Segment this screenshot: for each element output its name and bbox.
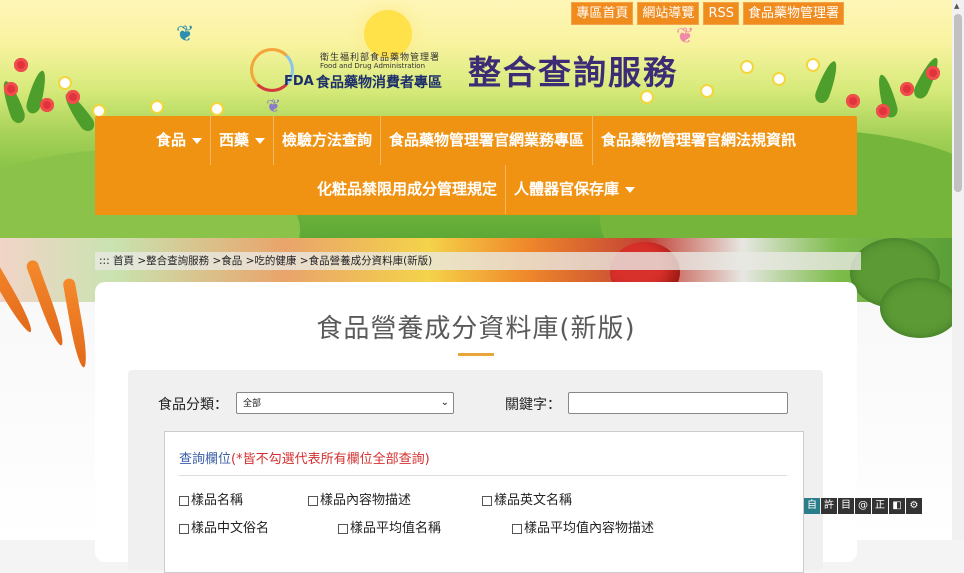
scrollbar-thumb[interactable] (954, 14, 962, 192)
nav-item-organ-bank[interactable]: 人體器官保存庫 (506, 165, 643, 214)
flower-decoration (40, 98, 54, 112)
site-title: 整合查詢服務 (468, 53, 678, 92)
nav-item-western-medicine[interactable]: 西藥 (211, 116, 274, 165)
caret-down-icon (191, 137, 202, 144)
nav-item-label: 西藥 (218, 131, 249, 149)
toplink-rss[interactable]: RSS (703, 2, 739, 25)
a11y-email-button[interactable]: @ (855, 498, 871, 514)
flower-decoration (4, 82, 18, 96)
keyword-input[interactable] (568, 392, 788, 414)
fda-logo[interactable]: 衛生福利部食品藥物管理署 Food and Drug Administratio… (250, 44, 462, 94)
toplink-home[interactable]: 專區首頁 (571, 2, 634, 25)
nav-row: 化粧品禁限用成分管理規定 人體器官保存庫 (95, 165, 857, 214)
logo-zone-name: 食品藥物消費者專區 (316, 75, 442, 91)
checkbox-box[interactable] (179, 523, 189, 534)
breadcrumb-prefix: ::: (99, 255, 110, 267)
checkbox-label: 樣品平均值內容物描述 (524, 521, 655, 536)
checkbox-box[interactable] (179, 495, 189, 506)
butterfly-icon: ❦ (176, 22, 195, 47)
daisy-decoration (210, 102, 224, 116)
butterfly-icon: ❦ (676, 24, 695, 49)
nav-item-test-methods[interactable]: 檢驗方法查詢 (274, 116, 381, 165)
nav-item-food[interactable]: 食品 (148, 116, 211, 165)
leaf-decoration (911, 55, 943, 101)
content-card: 食品營養成分資料庫(新版) 食品分類： 全部 ⌄ 關鍵字： 查詢欄位(*皆不勾選… (95, 282, 857, 573)
category-select[interactable]: 全部 ⌄ (236, 392, 454, 414)
query-fields-heading: 查詢欄位(*皆不勾選代表所有欄位全部查詢) (179, 448, 430, 467)
a11y-auto-button[interactable]: 自 (804, 498, 820, 514)
butterfly-icon: ❦ (266, 96, 282, 117)
flower-decoration (14, 58, 28, 72)
checkbox-label: 樣品內容物描述 (320, 493, 412, 508)
nav-item-label: 人體器官保存庫 (514, 180, 620, 198)
keyword-label: 關鍵字： (505, 397, 561, 413)
checkbox-sample-name[interactable]: 樣品名稱 (179, 489, 243, 508)
a11y-font-button[interactable]: 許 (821, 498, 837, 514)
site-header: ❦ ❦ ❦ 專區首頁 網站導覽 RSS 食品藥物管理署 衛生福利部食品藥物管理署… (0, 0, 952, 238)
logo-org-english: Food and Drug Administration (320, 62, 425, 70)
category-select-value: 全部 (243, 399, 262, 409)
chevron-down-icon: ⌄ (440, 397, 449, 408)
a11y-settings-button[interactable]: ⚙ (906, 498, 922, 514)
search-panel: 食品分類： 全部 ⌄ 關鍵字： 查詢欄位(*皆不勾選代表所有欄位全部查詢) 樣品… (128, 370, 823, 573)
breadcrumb-food[interactable]: >食品 (212, 255, 242, 267)
daisy-decoration (150, 100, 164, 114)
checkbox-sample-common-name[interactable]: 樣品中文俗名 (179, 517, 269, 536)
daisy-decoration (806, 58, 820, 72)
scroll-up-arrow-icon[interactable]: ▲ (954, 2, 959, 10)
daisy-decoration (700, 84, 714, 98)
nav-item-fda-regulations[interactable]: 食品藥物管理署官網法規資訊 (593, 116, 804, 165)
nav-item-fda-business[interactable]: 食品藥物管理署官網業務專區 (381, 116, 594, 165)
breadcrumb-home[interactable]: 首頁 (113, 255, 134, 267)
a11y-correct-button[interactable]: 正 (872, 498, 888, 514)
breadcrumb-current: >食品營養成分資料庫(新版) (299, 255, 433, 267)
flower-decoration (846, 94, 860, 108)
flower-decoration (66, 90, 80, 104)
a11y-list-button[interactable]: 目 (838, 498, 854, 514)
checkbox-box[interactable] (308, 495, 318, 506)
flower-decoration (926, 66, 940, 80)
daisy-decoration (58, 76, 72, 90)
checkbox-box[interactable] (512, 523, 522, 534)
checkbox-sample-average-content[interactable]: 樣品平均值內容物描述 (512, 517, 654, 536)
breadcrumb-integrated[interactable]: >整合查詢服務 (137, 255, 209, 267)
breadcrumb-healthy-eating[interactable]: >吃的健康 (246, 255, 297, 267)
daisy-decoration (772, 72, 786, 86)
checkbox-sample-average-name[interactable]: 樣品平均值名稱 (338, 517, 441, 536)
page-title: 食品營養成分資料庫(新版) (316, 314, 636, 344)
query-fields-box: 查詢欄位(*皆不勾選代表所有欄位全部查詢) 樣品名稱 樣品內容物描述 樣品英文名… (164, 431, 804, 573)
divider (179, 475, 787, 476)
nav-item-label: 食品 (155, 131, 186, 149)
scrollbar[interactable]: ▲ (952, 0, 964, 540)
a11y-contrast-button[interactable]: ◧ (889, 498, 905, 514)
top-links: 專區首頁 網站導覽 RSS 食品藥物管理署 (571, 2, 844, 25)
checkbox-label: 樣品英文名稱 (494, 493, 573, 508)
flower-decoration (900, 82, 914, 96)
accessibility-toolbar: 自 許 目 @ 正 ◧ ⚙ (804, 498, 922, 514)
checkbox-box[interactable] (482, 495, 492, 506)
title-underline (458, 353, 494, 356)
breadcrumb: ::: 首頁 >整合查詢服務 >食品 >吃的健康 >食品營養成分資料庫(新版) (95, 252, 861, 270)
checkbox-box[interactable] (338, 523, 348, 534)
checkbox-label: 樣品名稱 (191, 493, 244, 508)
caret-down-icon (625, 186, 636, 193)
checkbox-sample-content[interactable]: 樣品內容物描述 (308, 489, 411, 508)
nav-row: 食品 西藥 檢驗方法查詢 食品藥物管理署官網業務專區 食品藥物管理署官網法規資訊 (95, 116, 857, 165)
main-nav: 食品 西藥 檢驗方法查詢 食品藥物管理署官網業務專區 食品藥物管理署官網法規資訊… (95, 116, 857, 215)
query-fields-note: (*皆不勾選代表所有欄位全部查詢) (231, 452, 430, 467)
caret-down-icon (254, 137, 265, 144)
toplink-sitemap[interactable]: 網站導覽 (637, 2, 700, 25)
flower-decoration (876, 104, 890, 118)
logo-fda-text: FDA (284, 74, 314, 89)
broccoli-decoration (880, 278, 952, 338)
toplink-fda[interactable]: 食品藥物管理署 (742, 2, 844, 25)
daisy-decoration (740, 60, 754, 74)
query-fields-title: 查詢欄位 (179, 452, 232, 467)
nav-item-cosmetics-rules[interactable]: 化粧品禁限用成分管理規定 (309, 165, 506, 214)
checkbox-label: 樣品中文俗名 (191, 521, 270, 536)
checkbox-sample-english-name[interactable]: 樣品英文名稱 (482, 489, 572, 508)
checkbox-label: 樣品平均值名稱 (350, 521, 442, 536)
category-label: 食品分類： (158, 397, 228, 413)
